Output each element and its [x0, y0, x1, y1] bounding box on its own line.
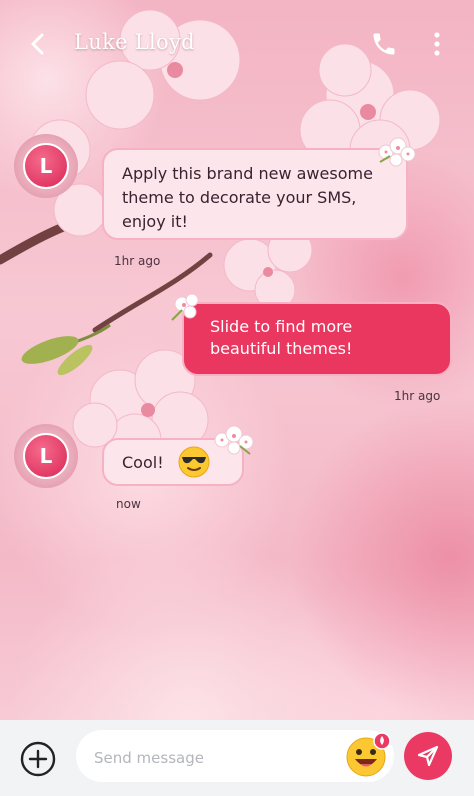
contact-name: Luke Lloyd — [74, 30, 195, 54]
message-text: Apply this brand new awesome theme to de… — [122, 164, 373, 231]
plus-circle-icon[interactable] — [20, 741, 56, 777]
flower-sticker-icon — [171, 293, 199, 321]
message-text: Cool! — [122, 452, 164, 472]
outgoing-message-bubble[interactable]: Slide to find more beautiful themes! — [182, 302, 452, 376]
message-timestamp: 1hr ago — [114, 254, 161, 268]
message-text: Slide to find more beautiful themes! — [210, 317, 353, 358]
avatar-letter: L — [23, 433, 69, 479]
message-timestamp: now — [116, 497, 141, 511]
more-vertical-icon[interactable] — [426, 30, 448, 58]
flower-sticker-icon — [214, 425, 254, 455]
incoming-message-bubble[interactable]: Apply this brand new awesome theme to de… — [102, 148, 408, 240]
send-icon — [417, 745, 439, 767]
flower-sticker-icon — [378, 137, 416, 167]
contact-avatar[interactable]: L — [14, 134, 78, 198]
send-button[interactable] — [404, 732, 452, 780]
message-timestamp: 1hr ago — [394, 389, 441, 403]
contact-avatar[interactable]: L — [14, 424, 78, 488]
back-arrow-icon[interactable] — [24, 30, 52, 58]
sunglasses-emoji-icon — [178, 446, 210, 478]
avatar-letter: L — [23, 143, 69, 189]
phone-icon[interactable] — [370, 30, 398, 58]
emoji-icon[interactable] — [344, 731, 392, 779]
message-input[interactable] — [92, 738, 336, 778]
conversation-header: Luke Lloyd — [0, 0, 474, 86]
